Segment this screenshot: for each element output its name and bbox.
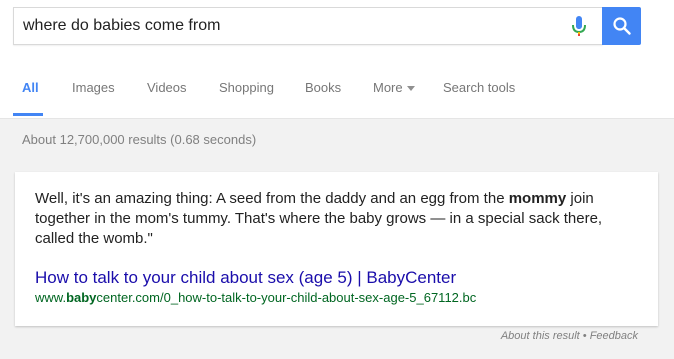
- tab-shopping[interactable]: Shopping: [219, 78, 274, 98]
- tab-more[interactable]: More: [373, 78, 415, 98]
- tab-videos[interactable]: Videos: [147, 78, 187, 98]
- snippet-bold-term: mommy: [508, 190, 567, 207]
- tab-all[interactable]: All: [22, 78, 39, 98]
- footer-separator: •: [579, 330, 590, 342]
- search-icon: [613, 17, 631, 35]
- snippet-text: Well, it's an amazing thing: A seed from…: [35, 189, 641, 249]
- featured-snippet-card: Well, it's an amazing thing: A seed from…: [15, 172, 658, 326]
- about-this-result-link[interactable]: About this result: [501, 330, 580, 342]
- url-rest: center.com/0_how-to-talk-to-your-child-a…: [96, 290, 477, 305]
- tab-search-tools[interactable]: Search tools: [443, 78, 515, 98]
- search-box[interactable]: [13, 7, 603, 45]
- url-bold-term: baby: [66, 290, 97, 305]
- url-prefix: www.: [35, 290, 67, 305]
- result-url: www.babycenter.com/0_how-to-talk-to-your…: [35, 290, 476, 305]
- snippet-text-start: Well, it's an amazing thing: A seed from…: [35, 190, 509, 207]
- result-footer: About this result • Feedback: [501, 330, 638, 342]
- feedback-link[interactable]: Feedback: [590, 330, 638, 342]
- result-title-link[interactable]: How to talk to your child about sex (age…: [35, 268, 456, 288]
- search-button[interactable]: [602, 7, 641, 45]
- tab-images[interactable]: Images: [72, 78, 115, 98]
- header: All Images Videos Shopping Books More Se…: [0, 0, 674, 119]
- chevron-down-icon: [406, 86, 415, 92]
- microphone-icon[interactable]: [572, 16, 586, 40]
- results-stats: About 12,700,000 results (0.68 seconds): [22, 132, 257, 147]
- tab-more-label: More: [373, 80, 403, 95]
- search-tabs: All Images Videos Shopping Books More Se…: [0, 78, 674, 98]
- tab-books[interactable]: Books: [305, 78, 341, 98]
- active-tab-indicator: [13, 113, 43, 116]
- search-input[interactable]: [23, 8, 563, 44]
